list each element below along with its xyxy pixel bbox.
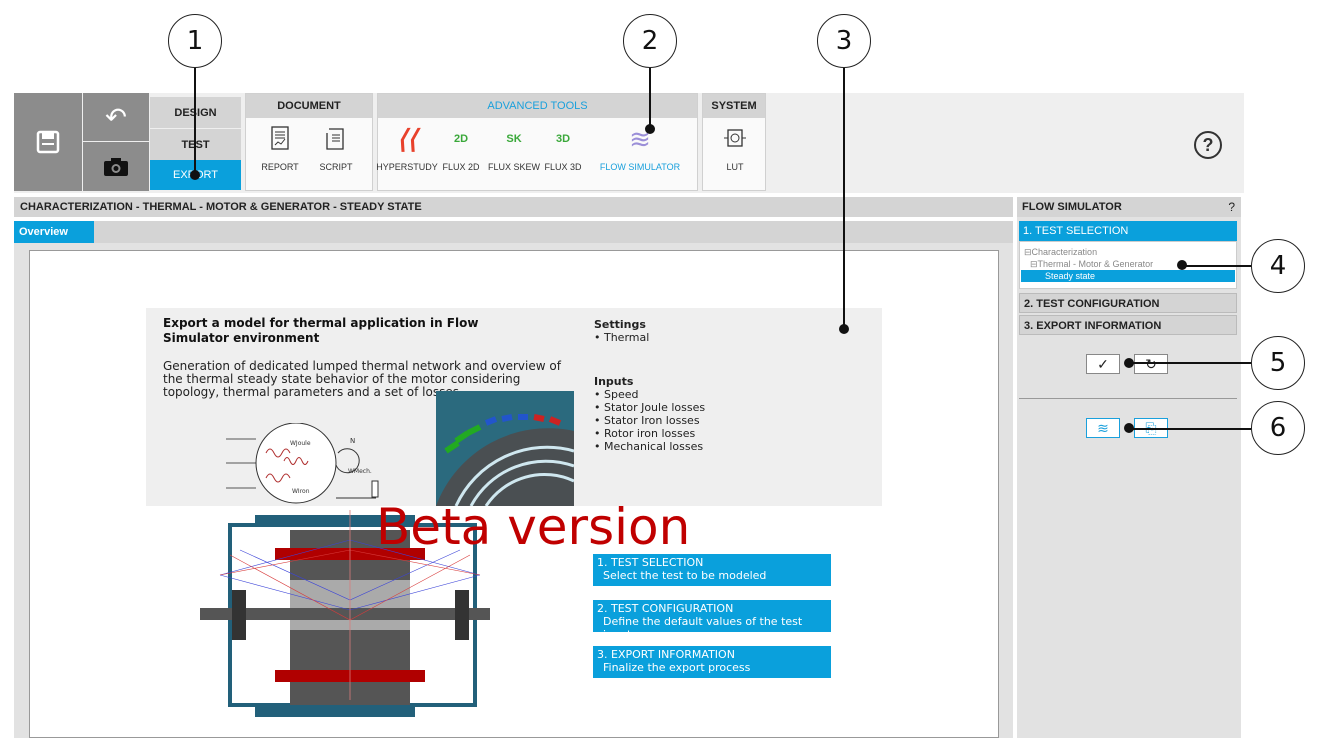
document-group: DOCUMENT REPORT SCRIPT xyxy=(245,93,373,191)
step-3-desc: Finalize the export process xyxy=(603,661,751,674)
camera-icon xyxy=(104,157,128,176)
apply-button[interactable]: ✓ xyxy=(1086,354,1120,374)
inputs-section: Inputs • Speed • Stator Joule losses • S… xyxy=(594,375,705,453)
reset-button[interactable]: ↻ xyxy=(1134,354,1168,374)
callout-2: 2 xyxy=(623,14,677,68)
save-icon xyxy=(36,130,60,154)
reset-icon: ↻ xyxy=(1145,355,1157,372)
flow-simulator-panel-title: FLOW SIMULATOR ? xyxy=(1017,197,1241,217)
step-3-card: 3. EXPORT INFORMATION Finalize the expor… xyxy=(593,646,831,678)
callout-4: 4 xyxy=(1251,239,1305,293)
callout-5: 5 xyxy=(1251,336,1305,390)
inputs-item: • Stator Iron losses xyxy=(594,414,700,427)
flow-simulator-panel: FLOW SIMULATOR ? 1. TEST SELECTION ⊟Char… xyxy=(1017,197,1241,738)
flux-3d-label: FLUX 3D xyxy=(544,162,582,172)
lut-icon xyxy=(724,129,746,147)
step-2-title: 2. TEST CONFIGURATION xyxy=(597,602,734,615)
tab-overview[interactable]: Overview xyxy=(14,221,94,243)
hyperstudy-icon: ⟨⟨ xyxy=(396,123,418,154)
settings-item: • Thermal xyxy=(594,331,650,344)
callout-1: 1 xyxy=(168,14,222,68)
tree-item-characterization[interactable]: ⊟Characterization xyxy=(1024,246,1232,258)
tree-item-thermal[interactable]: ⊟Thermal - Motor & Generator xyxy=(1024,258,1232,270)
mode-design-button[interactable]: DESIGN xyxy=(150,97,241,128)
callout-6: 6 xyxy=(1251,401,1305,455)
flux-2d-label: FLUX 2D xyxy=(442,162,480,172)
check-icon: ✓ xyxy=(1097,355,1109,372)
script-tool[interactable]: SCRIPT xyxy=(304,124,368,172)
step-1-card: 1. TEST SELECTION Select the test to be … xyxy=(593,554,831,586)
tab-bar: Overview xyxy=(14,221,1013,243)
flow-simulator-tool[interactable]: ≋ FLOW SIMULATOR xyxy=(599,124,681,173)
undo-icon: ↶ xyxy=(105,101,127,132)
script-label: SCRIPT xyxy=(319,162,353,172)
lut-tool[interactable]: LUT xyxy=(703,124,767,172)
w-iron-label: WIron xyxy=(292,488,310,495)
flux-skew-icon: SK xyxy=(506,133,522,145)
panel-help-button[interactable]: ? xyxy=(1228,197,1235,217)
inputs-title: Inputs xyxy=(594,375,634,388)
undo-button[interactable]: ↶ xyxy=(83,93,149,141)
document-group-title: DOCUMENT xyxy=(246,94,372,118)
inputs-item: • Stator Joule losses xyxy=(594,401,706,414)
w-joule-label: WJoule xyxy=(290,440,311,447)
save-button[interactable] xyxy=(14,93,82,191)
system-group: SYSTEM LUT xyxy=(702,93,766,191)
flow-icon: ≋ xyxy=(1097,419,1109,436)
script-icon xyxy=(326,128,344,150)
flux-3d-tool[interactable]: 3D FLUX 3D xyxy=(531,124,595,172)
panel-title: FLOW SIMULATOR xyxy=(1022,201,1122,213)
step-test-configuration[interactable]: 2. TEST CONFIGURATION xyxy=(1019,293,1237,313)
help-icon: ? xyxy=(1202,134,1214,155)
overview-info-box: Export a model for thermal application i… xyxy=(146,308,882,506)
step-2-card: 2. TEST CONFIGURATION Define the default… xyxy=(593,600,831,641)
report-icon xyxy=(271,126,289,150)
inputs-item: • Rotor iron losses xyxy=(594,427,696,440)
lut-label: LUT xyxy=(726,162,744,172)
overview-title: Export a model for thermal application i… xyxy=(163,316,479,345)
losses-schematic: WJoule N WMech. WIron xyxy=(226,423,379,504)
screenshot-button[interactable] xyxy=(83,142,149,191)
inputs-item: • Speed xyxy=(594,388,639,401)
inputs-item: • Mechanical losses xyxy=(594,440,704,453)
step-1-desc: Select the test to be modeled xyxy=(603,569,767,582)
n-label: N xyxy=(350,437,355,445)
flux-3d-icon: 3D xyxy=(555,133,571,145)
step-2-desc: Define the default values of the test in… xyxy=(603,615,803,641)
step-test-selection[interactable]: 1. TEST SELECTION xyxy=(1019,221,1237,241)
beta-version-watermark: Beta version xyxy=(376,498,691,556)
separator xyxy=(1019,398,1237,399)
mode-test-button[interactable]: TEST xyxy=(150,129,241,160)
system-group-title: SYSTEM xyxy=(703,94,765,118)
flow-simulator-button[interactable]: ≋ xyxy=(1086,418,1120,438)
settings-title: Settings xyxy=(594,318,646,331)
step-export-information[interactable]: 3. EXPORT INFORMATION xyxy=(1019,315,1237,335)
help-button[interactable]: ? xyxy=(1194,131,1222,159)
flow-simulator-label: FLOW SIMULATOR xyxy=(599,162,681,172)
motor-cross-section xyxy=(436,391,574,506)
settings-section: Settings • Thermal xyxy=(594,318,649,344)
report-tool[interactable]: REPORT xyxy=(248,124,312,172)
tree-item-steady-state[interactable]: Steady state xyxy=(1021,270,1235,282)
test-path-header: CHARACTERIZATION - THERMAL - MOTOR & GEN… xyxy=(14,197,1013,217)
callout-3: 3 xyxy=(817,14,871,68)
step-3-title: 3. EXPORT INFORMATION xyxy=(597,648,735,661)
flux-2d-icon: 2D xyxy=(453,133,469,145)
report-label: REPORT xyxy=(261,162,299,172)
step-1-title: 1. TEST SELECTION xyxy=(597,556,704,569)
w-mech-label: WMech. xyxy=(348,468,372,475)
